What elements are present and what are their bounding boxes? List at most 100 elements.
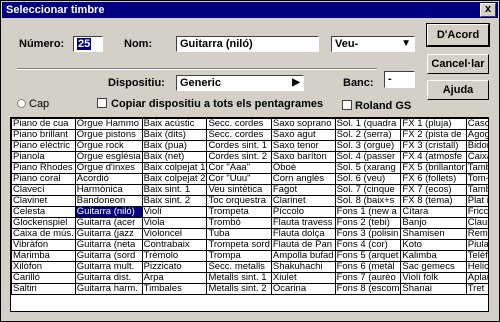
instrument-cell[interactable]: FX 4 (atmosfe xyxy=(400,151,467,163)
instrument-cell[interactable]: Clavecí xyxy=(11,184,76,196)
instrument-cell[interactable]: Banjo xyxy=(400,217,467,229)
instrument-cell[interactable]: Guitarra mult. xyxy=(74,261,143,273)
instrument-cell[interactable]: Viola xyxy=(141,217,208,229)
instrument-cell[interactable]: Clarinet xyxy=(270,195,336,207)
instrument-cell[interactable]: Cor "Aaa" xyxy=(206,162,272,174)
instrument-cell[interactable]: Secc. cordes xyxy=(206,129,272,141)
instrument-cell[interactable]: Sol. 3 (orgue) xyxy=(334,140,402,152)
nom-input[interactable]: Guitarra (niló) xyxy=(176,36,319,52)
instrument-cell[interactable]: Baix colpejat 1 xyxy=(141,162,208,174)
instrument-cell[interactable]: Fons 6 (metàl xyxy=(334,261,402,273)
instrument-cell[interactable]: Carilló xyxy=(11,272,76,284)
instrument-cell[interactable]: Pianola xyxy=(11,151,76,163)
instrument-cell[interactable]: Helicòpter xyxy=(465,261,488,273)
instrument-cell[interactable]: Ocarina xyxy=(270,283,336,295)
instrument-cell[interactable]: Sol. 7 (cinque xyxy=(334,184,402,196)
instrument-cell[interactable]: Baix colpejat 2 xyxy=(141,173,208,185)
instrument-cell[interactable]: Tom-tom meló xyxy=(465,173,488,185)
help-button[interactable]: Ajuda xyxy=(427,80,489,100)
instrument-cell[interactable]: Xilòfon xyxy=(11,261,76,273)
instrument-cell[interactable]: Cordes sint. 2 xyxy=(206,151,272,163)
dispositiu-select[interactable]: Generic ▶ xyxy=(176,75,304,91)
instrument-cell[interactable]: Trompeta sord xyxy=(206,239,272,251)
instrument-cell[interactable]: Bandoneon xyxy=(74,195,143,207)
instrument-cell[interactable]: Guitarra (sord xyxy=(74,250,143,262)
instrument-cell[interactable]: FX 1 (pluja) xyxy=(400,118,467,130)
instrument-cell[interactable]: Guitarra (acer xyxy=(74,217,143,229)
instrument-cell[interactable]: Saltiri xyxy=(11,283,76,295)
instrument-cell[interactable]: Baix (pua) xyxy=(141,140,208,152)
instrument-cell[interactable]: Piano brillant xyxy=(11,129,76,141)
instrument-cell[interactable]: Aplaudiments xyxy=(465,272,488,284)
instrument-cell[interactable]: Sac gemecs xyxy=(400,261,467,273)
instrument-cell[interactable]: Fricció de guita xyxy=(465,206,488,218)
instrument-cell[interactable]: Guitarra harm. xyxy=(74,283,143,295)
instrument-cell[interactable]: Metalls sint. 2 xyxy=(206,283,272,295)
instrument-cell[interactable]: Baix (dits) xyxy=(141,129,208,141)
instrument-cell[interactable]: Pizzicato xyxy=(141,261,208,273)
instrument-cell[interactable]: Cor "Uuu" xyxy=(206,173,272,185)
instrument-cell[interactable]: Toc orquestra xyxy=(206,195,272,207)
instrument-cell[interactable]: Saxo tenor xyxy=(270,140,336,152)
instrument-cell[interactable]: Flauta de Pan xyxy=(270,239,336,251)
instrument-cell[interactable]: Fons 3 (polisin xyxy=(334,228,402,240)
instrument-cell[interactable]: Trompeta xyxy=(206,206,272,218)
instrument-cell[interactable]: Fons 2 (tebi) xyxy=(334,217,402,229)
instrument-cell[interactable]: Saxo agut xyxy=(270,129,336,141)
instrument-cell[interactable]: Piano de cua xyxy=(11,118,76,130)
instrument-cell[interactable]: Violí xyxy=(141,206,208,218)
instrument-cell[interactable]: Xiulet xyxy=(270,272,336,284)
instrument-cell[interactable]: Trèmolo xyxy=(141,250,208,262)
instrument-cell[interactable]: Shanai xyxy=(400,283,467,295)
instrument-cell[interactable]: Fagot xyxy=(270,184,336,196)
cap-radio[interactable] xyxy=(17,99,26,108)
instrument-cell[interactable]: Agogo xyxy=(465,129,488,141)
instrument-cell[interactable]: Sol. 4 (passer xyxy=(334,151,402,163)
instrument-cell[interactable]: Guitarra dist. xyxy=(74,272,143,284)
instrument-cell[interactable]: Harmònica xyxy=(74,184,143,196)
instrument-cell[interactable]: Contrabaix xyxy=(141,239,208,251)
instrument-cell[interactable]: Marimba xyxy=(11,250,76,262)
instrument-cell[interactable]: Orgue rock xyxy=(74,140,143,152)
instrument-cell[interactable]: Orgue església xyxy=(74,151,143,163)
instrument-cell[interactable]: Plat invertit xyxy=(465,195,488,207)
instrument-cell[interactable]: Celesta xyxy=(11,206,76,218)
close-button[interactable]: x xyxy=(480,3,496,17)
instrument-cell[interactable]: Piano elèctric xyxy=(11,140,76,152)
instrument-cell[interactable]: Piano Rhodes xyxy=(11,162,76,174)
instrument-cell[interactable]: Secc. cordes xyxy=(206,118,272,130)
instrument-cell[interactable]: Telèfon xyxy=(465,250,488,262)
instrument-cell[interactable]: Guitarra (neta xyxy=(74,239,143,251)
instrument-cell[interactable]: Tambor sint. xyxy=(465,184,488,196)
instrument-cell[interactable]: FX 8 (tema) xyxy=(400,195,467,207)
ok-button[interactable]: D'Acord xyxy=(426,23,490,47)
banc-input[interactable]: - xyxy=(384,71,415,88)
instrument-cell[interactable]: Baix sint. 2 xyxy=(141,195,208,207)
instrument-cell[interactable]: Caixa de mús. xyxy=(11,228,76,240)
instrument-cell[interactable]: Tuba xyxy=(206,228,272,240)
instrument-cell[interactable]: Tret xyxy=(465,283,488,295)
numero-input[interactable]: 25 xyxy=(73,36,103,52)
instrument-cell[interactable]: Shamisen xyxy=(400,228,467,240)
instrument-cell[interactable]: Píccolo xyxy=(270,206,336,218)
instrument-cell[interactable]: Fons 4 (cor) xyxy=(334,239,402,251)
instrument-cell[interactable]: FX 7 (ecos) xyxy=(400,184,467,196)
instrument-cell[interactable]: Caixa xinesa xyxy=(465,151,488,163)
instrument-cell[interactable]: FX 3 (cristall) xyxy=(400,140,467,152)
instrument-cell[interactable]: Fons 5 (arquet xyxy=(334,250,402,262)
instrument-cell[interactable]: Sol. 8 (baix+s xyxy=(334,195,402,207)
roland-checkbox[interactable] xyxy=(342,100,352,110)
instrument-cell[interactable]: Trombó xyxy=(206,217,272,229)
instrument-cell[interactable]: Guitarra (jazz xyxy=(74,228,143,240)
instrument-cell[interactable]: Cascavell xyxy=(465,118,488,130)
instrument-cell[interactable]: Piano coral xyxy=(11,173,76,185)
instrument-cell[interactable]: Secc. metalls xyxy=(206,261,272,273)
instrument-cell[interactable]: Glockenspiel xyxy=(11,217,76,229)
instrument-cell[interactable]: Sol. 1 (quadra xyxy=(334,118,402,130)
instrument-cell[interactable]: Metalls sint. 1 xyxy=(206,272,272,284)
instrument-cell[interactable]: Baix (net) xyxy=(141,151,208,163)
instrument-cell[interactable]: Baix acústic xyxy=(141,118,208,130)
instrument-cell[interactable]: Ampolla bufad xyxy=(270,250,336,262)
instrument-cell[interactable]: Sol. 5 (xarang xyxy=(334,162,402,174)
instrument-cell[interactable]: Corn anglès xyxy=(270,173,336,185)
